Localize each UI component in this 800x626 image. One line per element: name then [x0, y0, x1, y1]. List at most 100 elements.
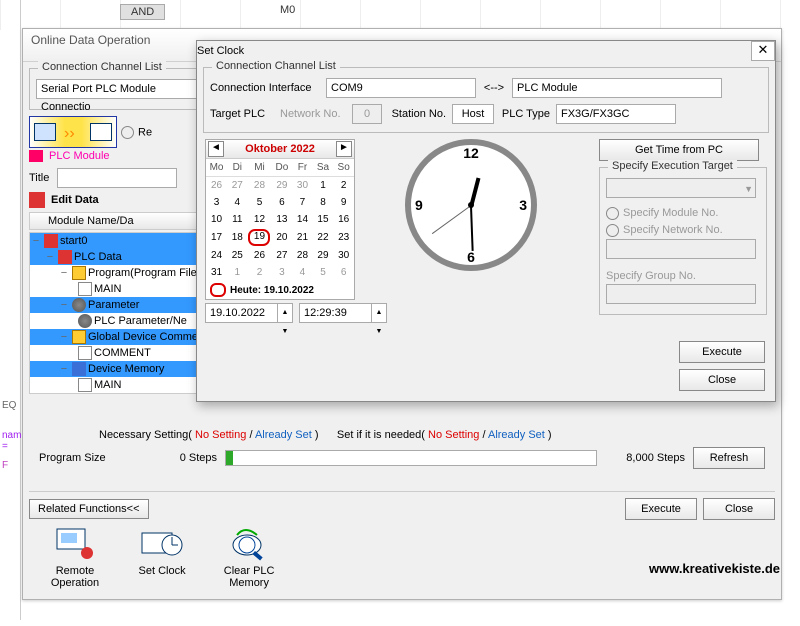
spin-down-icon[interactable]: ▼ [372, 322, 386, 341]
cal-dow: Fr [292, 159, 312, 177]
cal-day[interactable]: 26 [206, 177, 227, 195]
cal-next-icon[interactable]: ► [336, 141, 352, 157]
cal-day[interactable]: 1 [227, 264, 247, 281]
program-size-bar [225, 450, 597, 466]
cal-day[interactable]: 8 [313, 194, 334, 211]
station-no-field[interactable]: Host [452, 104, 494, 124]
cal-day[interactable]: 2 [333, 177, 354, 195]
cal-day[interactable]: 24 [206, 247, 227, 264]
folder-icon [72, 330, 86, 344]
tree-program[interactable]: −Program(Program File [30, 265, 202, 281]
cal-day[interactable]: 29 [313, 247, 334, 264]
cal-day[interactable]: 28 [292, 247, 312, 264]
execute-button[interactable]: Execute [625, 498, 697, 520]
cal-day[interactable]: 31 [206, 264, 227, 281]
tree-collapse-icon[interactable]: − [44, 249, 56, 265]
cal-day[interactable]: 10 [206, 211, 227, 228]
tree-device-memory[interactable]: −Device Memory [30, 361, 202, 377]
cal-day[interactable]: 22 [313, 228, 334, 247]
cal-month: Oktober 2022 [245, 143, 315, 155]
cal-day[interactable]: 5 [247, 194, 271, 211]
cal-day[interactable]: 6 [333, 264, 354, 281]
cal-day[interactable]: 11 [227, 211, 247, 228]
cal-day[interactable]: 17 [206, 228, 227, 247]
cal-day[interactable]: 30 [292, 177, 312, 195]
set-clock-tool[interactable]: Set Clock [120, 523, 204, 577]
tree-comment[interactable]: COMMENT [30, 345, 202, 361]
necessary-setting-line: Necessary Setting( No Setting / Already … [29, 427, 775, 443]
ladder-and-block: AND [120, 4, 165, 20]
remote-operation-tool[interactable]: Remote Operation [33, 523, 117, 589]
transfer-icon: ›› [29, 116, 117, 148]
cal-dow: Di [227, 159, 247, 177]
cal-day[interactable]: 6 [271, 194, 292, 211]
cal-day[interactable]: 3 [206, 194, 227, 211]
tree-collapse-icon[interactable]: − [58, 361, 70, 377]
plc-type-field[interactable]: FX3G/FX3GC [556, 104, 676, 124]
dlg-close-button[interactable]: Close [679, 369, 765, 391]
steps-value: 0 Steps [157, 452, 217, 464]
time-spinner[interactable]: 12:29:39 ▲ ▼ [299, 303, 387, 323]
cal-day[interactable]: 4 [292, 264, 312, 281]
clear-plc-memory-tool[interactable]: Clear PLC Memory [207, 523, 291, 589]
tree-plc-data[interactable]: −PLC Data [30, 249, 202, 265]
close-button[interactable]: Close [703, 498, 775, 520]
spin-up-icon[interactable]: ▲ [278, 304, 292, 322]
cal-day[interactable]: 18 [227, 228, 247, 247]
cal-day[interactable]: 9 [333, 194, 354, 211]
connection-channel-field[interactable]: Serial Port PLC Module Connectio [36, 79, 202, 99]
cal-day[interactable]: 7 [292, 194, 312, 211]
tree-parameter[interactable]: −Parameter [30, 297, 202, 313]
tree-main-1[interactable]: MAIN [30, 281, 202, 297]
plc-type-label: PLC Type [500, 108, 550, 120]
tree-plc-parameter[interactable]: PLC Parameter/Ne [30, 313, 202, 329]
cal-day[interactable]: 16 [333, 211, 354, 228]
cal-day[interactable]: 4 [227, 194, 247, 211]
dlg-execute-button[interactable]: Execute [679, 341, 765, 363]
cal-day[interactable]: 20 [271, 228, 292, 247]
date-spinner[interactable]: 19.10.2022 ▲ ▼ [205, 303, 293, 323]
cal-day[interactable]: 5 [313, 264, 334, 281]
cal-day[interactable]: 19 [247, 228, 271, 247]
tree-start0[interactable]: −start0 [30, 233, 202, 249]
cal-prev-icon[interactable]: ◄ [208, 141, 224, 157]
cal-dow: So [333, 159, 354, 177]
tree-collapse-icon[interactable]: − [58, 265, 70, 281]
tree-main-2[interactable]: MAIN [30, 377, 202, 393]
calendar[interactable]: ◄ Oktober 2022 ► MoDiMiDoFrSaSo262728293… [205, 139, 355, 300]
cal-day[interactable]: 26 [247, 247, 271, 264]
cal-day[interactable]: 3 [271, 264, 292, 281]
plc-module-tab[interactable]: PLC Module [49, 150, 110, 162]
cal-day[interactable]: 23 [333, 228, 354, 247]
tree-collapse-icon[interactable]: − [30, 233, 42, 249]
cal-day[interactable]: 28 [247, 177, 271, 195]
close-icon[interactable]: ✕ [751, 41, 775, 61]
cal-day[interactable]: 29 [271, 177, 292, 195]
title-field[interactable] [57, 168, 177, 188]
cal-day[interactable]: 2 [247, 264, 271, 281]
iface-label: Connection Interface [210, 82, 320, 94]
cal-day[interactable]: 27 [227, 177, 247, 195]
re-radio[interactable]: Re [121, 126, 152, 139]
refresh-button[interactable]: Refresh [693, 447, 765, 469]
cal-day[interactable]: 30 [333, 247, 354, 264]
tree-collapse-icon[interactable]: − [58, 329, 70, 345]
calendar-grid[interactable]: MoDiMiDoFrSaSo26272829301234567891011121… [206, 159, 354, 281]
cal-day[interactable]: 27 [271, 247, 292, 264]
cal-day[interactable]: 25 [227, 247, 247, 264]
get-time-from-pc-button[interactable]: Get Time from PC [599, 139, 759, 161]
plc-module-field[interactable]: PLC Module [512, 78, 722, 98]
cal-day[interactable]: 1 [313, 177, 334, 195]
cal-day[interactable]: 21 [292, 228, 312, 247]
cal-day[interactable]: 13 [271, 211, 292, 228]
cal-day[interactable]: 12 [247, 211, 271, 228]
tree-global-device-comment[interactable]: −Global Device Comme [30, 329, 202, 345]
related-functions-toggle[interactable]: Related Functions<< [29, 499, 149, 519]
tree-collapse-icon[interactable]: − [58, 297, 70, 313]
spin-up-icon[interactable]: ▲ [372, 304, 386, 322]
iface-field[interactable]: COM9 [326, 78, 476, 98]
spin-down-icon[interactable]: ▼ [278, 322, 292, 341]
cal-today[interactable]: Heute: 19.10.2022 [206, 281, 354, 299]
cal-day[interactable]: 14 [292, 211, 312, 228]
cal-day[interactable]: 15 [313, 211, 334, 228]
